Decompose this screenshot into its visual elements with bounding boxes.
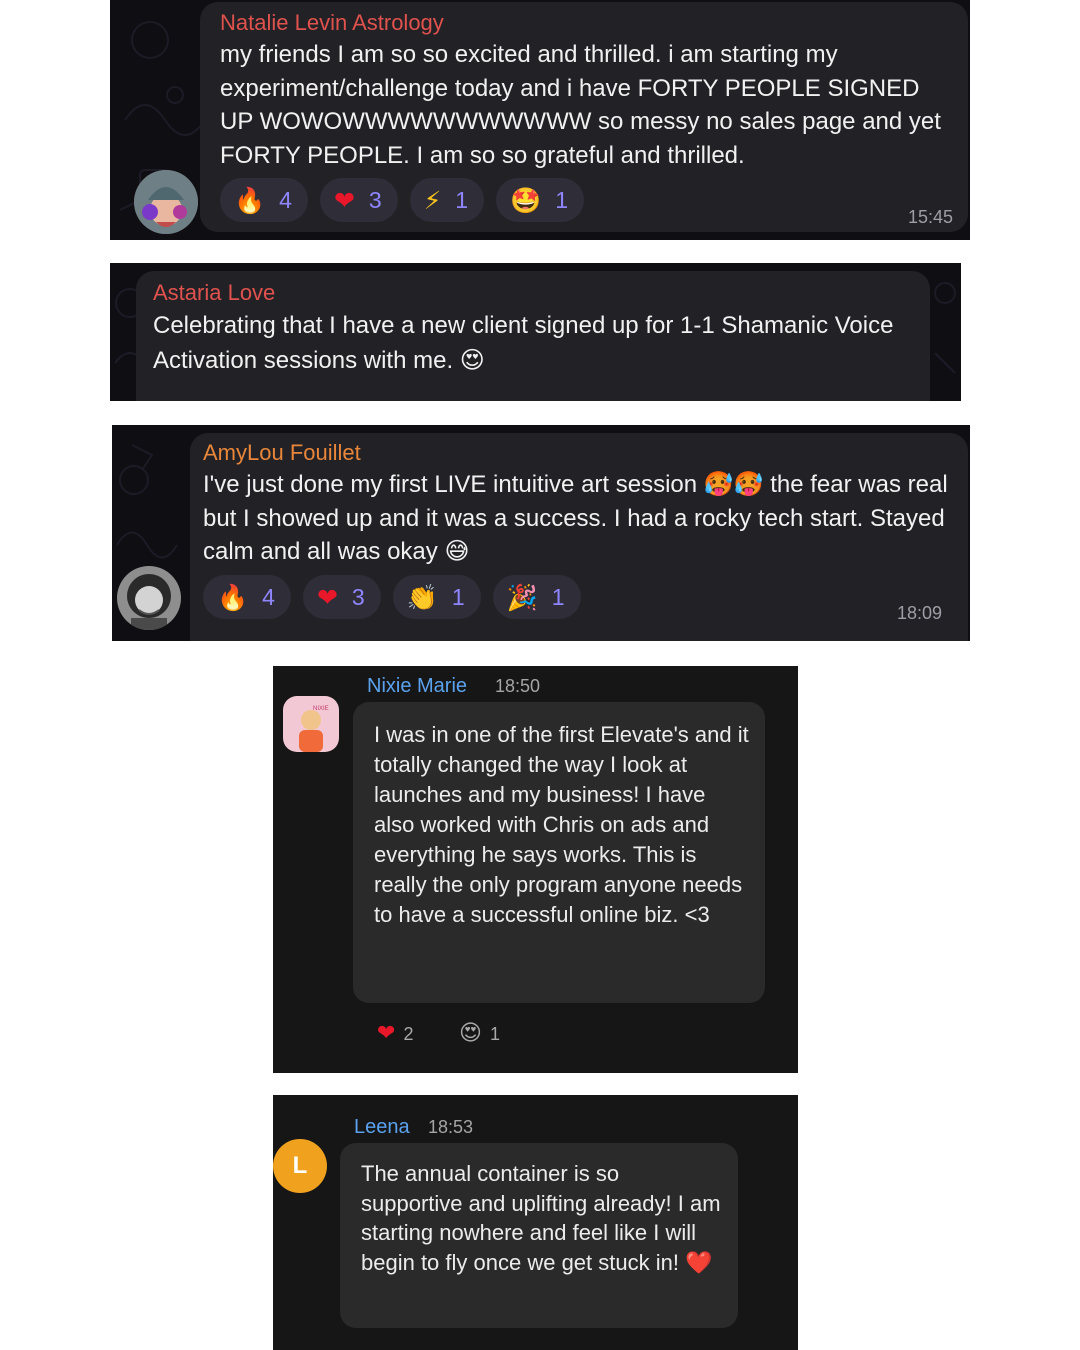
avatar-leena[interactable]: L <box>273 1139 327 1193</box>
clapping-emoji-icon: 👏 <box>406 582 438 612</box>
fire-emoji-icon: 🔥 <box>217 582 249 612</box>
reaction-heart[interactable]: ❤ 3 <box>302 575 381 619</box>
star-struck-emoji-icon: 🤩 <box>510 185 542 215</box>
sender-name[interactable]: AmyLou Fouillet <box>203 440 361 466</box>
reaction-fire[interactable]: 🔥 4 <box>203 575 291 619</box>
reaction-star-struck[interactable]: 🤩 1 <box>496 178 584 222</box>
heart-eyes-emoji-icon: 😍 <box>459 1021 482 1046</box>
message-time: 15:45 <box>908 207 954 227</box>
sender-name[interactable]: Leena <box>354 1116 410 1139</box>
heart-emoji-icon: ❤ <box>377 1021 396 1046</box>
sender-name[interactable]: Astaria Love <box>153 280 275 306</box>
reaction-count: 3 <box>368 186 382 213</box>
message-text: I was in one of the first Elevate's and … <box>374 722 749 927</box>
chat-panel-astaria: Astaria Love Celebrating that I have a n… <box>110 263 961 401</box>
party-popper-emoji-icon: 🎉 <box>506 582 538 612</box>
svg-text:NIXIE: NIXIE <box>313 706 329 712</box>
message-text: Celebrating that I have a new client sig… <box>153 312 894 374</box>
heart-emoji-icon: ❤ <box>333 185 355 215</box>
avatar-photo <box>134 170 198 234</box>
reaction-fire[interactable]: 🔥 4 <box>220 178 308 222</box>
reaction-count: 1 <box>455 186 469 213</box>
fire-emoji-icon: 🔥 <box>234 185 266 215</box>
message-time: 18:09 <box>897 603 943 623</box>
reaction-count: 3 <box>351 583 365 610</box>
message-text: my friends I am so so excited and thrill… <box>220 41 941 169</box>
reaction-clapping[interactable]: 👏 1 <box>392 575 481 619</box>
reaction-heart-eyes[interactable]: 😍 1 <box>459 1023 500 1045</box>
reaction-heart[interactable]: ❤ 3 <box>319 178 398 222</box>
reaction-count: 4 <box>279 186 292 213</box>
chat-panel-leena: L Leena 18:53 The annual container is so… <box>273 1095 798 1350</box>
message-time: 18:50 <box>495 676 541 696</box>
avatar-photo: NIXIE <box>283 696 339 752</box>
message-time: 18:53 <box>428 1117 474 1137</box>
message-text: I've just done my first LIVE intuitive a… <box>203 471 948 565</box>
reaction-bar: 🔥 4 ❤ 3 👏 1 🎉 1 <box>203 575 581 619</box>
avatar-natalie[interactable] <box>134 170 198 234</box>
sender-name[interactable]: Nixie Marie <box>367 675 467 698</box>
reaction-heart[interactable]: ❤ 2 <box>377 1023 413 1045</box>
heart-emoji-icon: ❤ <box>316 582 338 612</box>
reaction-count: 1 <box>555 186 568 213</box>
avatar-photo <box>117 566 181 630</box>
reaction-party-popper[interactable]: 🎉 1 <box>492 575 581 619</box>
avatar-letter: L <box>292 1152 308 1179</box>
reaction-count: 1 <box>451 583 465 610</box>
reaction-count: 2 <box>403 1023 414 1044</box>
chat-panel-nixie: NIXIE Nixie Marie 18:50 I was in one of … <box>273 666 798 1073</box>
reaction-count: 1 <box>551 583 565 610</box>
reaction-count: 1 <box>489 1023 500 1044</box>
chat-panel-natalie: Natalie Levin Astrology my friends I am … <box>110 0 970 240</box>
avatar-nixie[interactable]: NIXIE <box>283 696 339 752</box>
avatar-amylou[interactable] <box>117 566 181 630</box>
reaction-count: 4 <box>262 583 275 610</box>
message-text: The annual container is so supportive an… <box>361 1161 721 1275</box>
reaction-bar: 🔥 4 ❤ 3 ⚡ 1 🤩 1 <box>220 178 584 222</box>
reaction-lightning[interactable]: ⚡ 1 <box>409 178 485 222</box>
lightning-emoji-icon: ⚡ <box>423 185 442 215</box>
sender-name[interactable]: Natalie Levin Astrology <box>220 10 444 36</box>
chat-panel-amylou: AmyLou Fouillet I've just done my first … <box>112 425 970 641</box>
